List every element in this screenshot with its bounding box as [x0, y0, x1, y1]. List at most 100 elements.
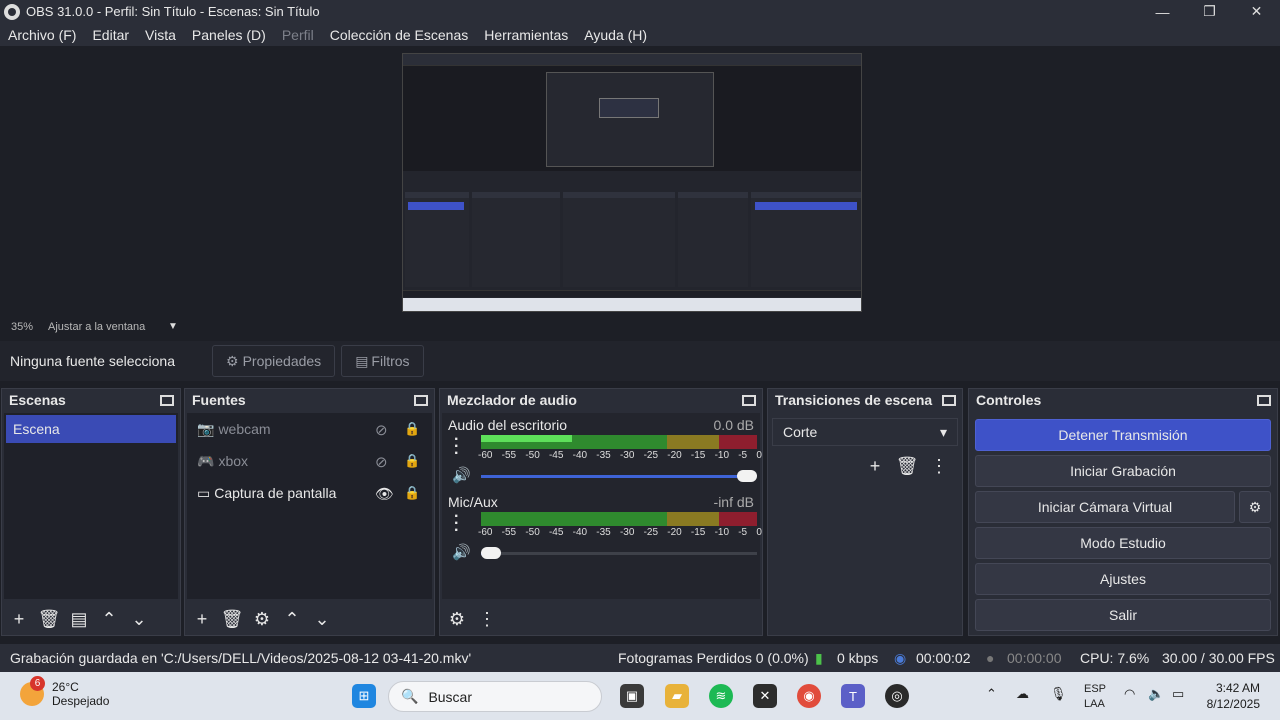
teams-icon[interactable]: T [841, 684, 865, 708]
zoom-fit-label[interactable]: Ajustar a la ventana [48, 321, 168, 333]
undock-icon[interactable] [160, 394, 174, 406]
taskbar-search[interactable]: 🔍 Buscar [388, 681, 602, 712]
filters-button[interactable]: ▤ Filtros [341, 345, 424, 377]
zoom-dropdown-icon[interactable]: ▼ [168, 321, 178, 332]
obs-taskbar-icon[interactable]: ◎ [885, 684, 909, 708]
meter-tick-label: -25 [643, 527, 659, 538]
task-view-icon[interactable]: ▣ [620, 684, 644, 708]
file-explorer-icon[interactable]: ▰ [665, 684, 689, 708]
zoom-bar: 35% Ajustar a la ventana ▼ [0, 318, 1280, 335]
volume-meter [481, 512, 757, 526]
scene-item[interactable]: Escena [6, 415, 176, 443]
dropped-frames: Fotogramas Perdidos 0 (0.0%) [618, 650, 809, 666]
lock-icon[interactable]: 🔒 [404, 421, 420, 437]
spotify-icon[interactable]: ≋ [709, 684, 733, 708]
gear-icon[interactable]: ⚙ [251, 608, 273, 630]
source-item[interactable]: 🎮 xbox ⊘ 🔒 [187, 445, 432, 477]
add-icon[interactable]: + [864, 455, 886, 477]
kebab-menu-icon[interactable]: ⋮ [476, 608, 498, 630]
filters-label: Filtros [371, 353, 410, 369]
meter-tick-label: -50 [525, 527, 540, 538]
up-arrow-icon[interactable]: ⌃ [281, 608, 303, 630]
minimize-button[interactable]: — [1139, 0, 1186, 23]
transition-select[interactable]: Corte ▾ [772, 418, 958, 446]
add-icon[interactable]: + [8, 608, 30, 630]
mixer-channel: Audio del escritorio 0.0 dB · · · -60 -55 -5… [442, 413, 762, 490]
undock-icon[interactable] [1257, 394, 1271, 406]
weather-widget[interactable]: 6 26°C Despejado [20, 676, 109, 708]
settings-button[interactable]: Ajustes [975, 563, 1271, 595]
maximize-button[interactable]: ❐ [1186, 0, 1233, 23]
stop-streaming-button[interactable]: Detener Transmisión [975, 419, 1271, 451]
time: 3:42 AM [1215, 681, 1260, 695]
program-preview[interactable] [402, 53, 862, 312]
start-recording-button[interactable]: Iniciar Grabación [975, 455, 1271, 487]
eye-hidden-icon[interactable]: ⊘ [375, 453, 388, 471]
menu-coleccion[interactable]: Colección de Escenas [322, 27, 477, 43]
menu-perfil[interactable]: Perfil [274, 27, 322, 43]
chrome-icon[interactable]: ◉ [797, 684, 821, 708]
menu-editar[interactable]: Editar [84, 27, 137, 43]
lock-icon[interactable]: 🔒 [404, 453, 420, 469]
studio-mode-button[interactable]: Modo Estudio [975, 527, 1271, 559]
eye-icon[interactable]: 👁 [375, 485, 394, 503]
source-item[interactable]: ▭ Captura de pantalla 👁 🔒 [187, 477, 432, 509]
channel-name: Audio del escritorio [448, 417, 568, 433]
meter-tick-label: -25 [643, 450, 659, 461]
meter-tick-label: -5 [738, 527, 748, 538]
virtual-camera-settings-button[interactable]: ⚙ [1239, 491, 1271, 523]
source-item[interactable]: 📷 webcam ⊘ 🔒 [187, 413, 432, 445]
undock-icon[interactable] [742, 394, 756, 406]
battery-icon[interactable]: ▭ [1172, 686, 1184, 702]
trash-icon[interactable]: 🗑 [896, 455, 919, 477]
microphone-icon[interactable]: 🎙 [1050, 686, 1067, 702]
add-icon[interactable]: + [191, 608, 213, 630]
speaker-icon[interactable]: 🔊 [452, 466, 471, 484]
clock[interactable]: 3:42 AM 8/12/2025 [1207, 680, 1260, 712]
speaker-icon[interactable]: 🔊 [452, 543, 471, 561]
meter-tick-label: -15 [690, 527, 706, 538]
start-virtual-camera-button[interactable]: Iniciar Cámara Virtual [975, 491, 1235, 523]
menu-paneles[interactable]: Paneles (D) [184, 27, 274, 43]
menu-archivo[interactable]: Archivo (F) [0, 27, 84, 43]
kebab-menu-icon[interactable]: · · · [454, 432, 459, 462]
camera-icon: 📷 [197, 420, 215, 437]
transitions-dock: Transiciones de escena Corte ▾ + 🗑 ⋮ [767, 388, 963, 636]
slider-knob[interactable] [481, 547, 501, 559]
menu-vista[interactable]: Vista [137, 27, 184, 43]
down-arrow-icon[interactable]: ⌄ [128, 608, 150, 630]
sources-title: Fuentes [192, 392, 246, 408]
source-name: webcam [218, 421, 271, 437]
kebab-menu-icon[interactable]: ⋮ [928, 455, 950, 477]
exit-button[interactable]: Salir [975, 599, 1271, 631]
up-arrow-icon[interactable]: ⌃ [98, 608, 120, 630]
scene-filters-icon[interactable]: ▤ [68, 608, 90, 630]
close-button[interactable]: ✕ [1233, 0, 1280, 23]
cloud-icon[interactable]: ☁ [1016, 686, 1029, 702]
slider-knob[interactable] [737, 470, 757, 482]
menu-herramientas[interactable]: Herramientas [476, 27, 576, 43]
undock-icon[interactable] [942, 394, 956, 406]
trash-icon[interactable]: 🗑 [221, 608, 244, 630]
menu-ayuda[interactable]: Ayuda (H) [576, 27, 655, 43]
gear-icon: ⚙ [226, 352, 239, 369]
eye-hidden-icon[interactable]: ⊘ [375, 421, 388, 439]
wifi-icon[interactable]: ◠ [1124, 686, 1135, 702]
obs-logo-icon [4, 3, 20, 20]
kebab-menu-icon[interactable]: · · · [454, 509, 459, 539]
down-arrow-icon[interactable]: ⌄ [311, 608, 333, 630]
windows-start-icon[interactable]: ⊞ [352, 684, 376, 708]
undock-icon[interactable] [414, 394, 428, 406]
volume-icon[interactable]: 🔈 [1148, 686, 1164, 702]
properties-button[interactable]: ⚙ Propiedades [212, 345, 336, 377]
channel-db: 0.0 dB [713, 417, 754, 433]
volume-slider[interactable] [481, 547, 757, 559]
terminal-icon[interactable]: ✕ [753, 684, 777, 708]
chevron-up-icon[interactable]: ⌃ [986, 686, 997, 702]
volume-slider[interactable] [481, 470, 757, 482]
advanced-audio-gear-icon[interactable]: ⚙ [446, 608, 468, 630]
language-indicator[interactable]: ESP LAA [1084, 682, 1106, 712]
lock-icon[interactable]: 🔒 [404, 485, 420, 501]
trash-icon[interactable]: 🗑 [38, 608, 61, 630]
scenes-title: Escenas [9, 392, 66, 408]
